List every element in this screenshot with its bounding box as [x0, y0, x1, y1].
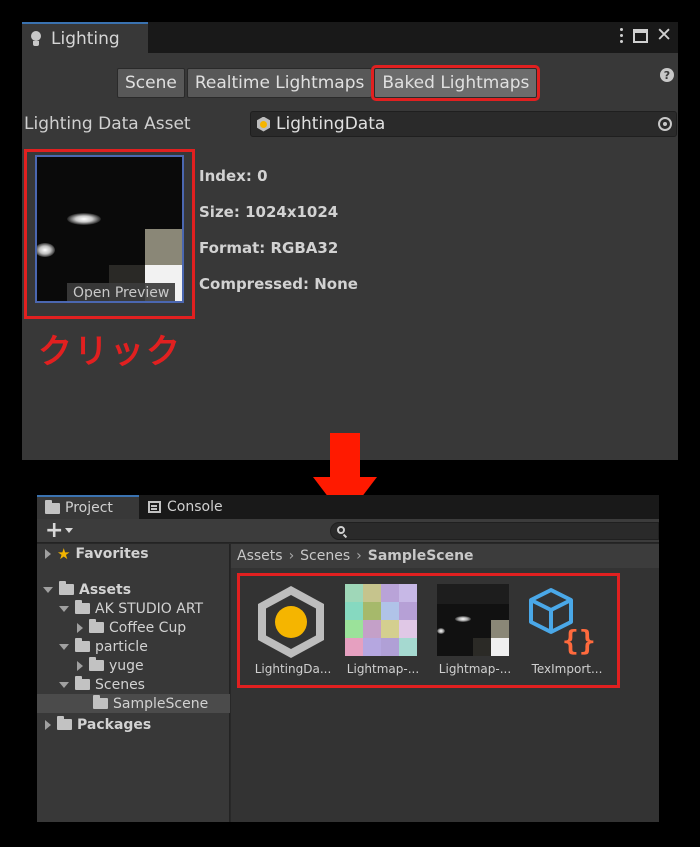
- asset-browser: Assets › Scenes › SampleScene LightingDa…: [231, 544, 659, 822]
- tree-item-samplescene[interactable]: SampleScene: [37, 694, 230, 713]
- expand-arrow-icon[interactable]: [77, 622, 83, 633]
- tree-item-label: Coffee Cup: [109, 619, 187, 636]
- tree-item-packages[interactable]: Packages: [37, 715, 230, 734]
- lighting-titlebar: Lighting ✕: [22, 22, 678, 53]
- chevron-right-icon: ›: [356, 548, 362, 564]
- highlight-box-assets: LightingDa... Lightmap-... Lightmap-... …: [237, 573, 620, 688]
- chevron-right-icon: ›: [288, 548, 295, 564]
- breadcrumb-item-current[interactable]: SampleScene: [368, 548, 474, 564]
- tree-item-coffee-cup[interactable]: Coffee Cup: [37, 618, 230, 637]
- collapse-arrow-icon[interactable]: [59, 681, 69, 688]
- lightmap-glow: [37, 243, 55, 257]
- asset-label: Lightmap-...: [346, 662, 420, 676]
- folder-open-icon: [75, 600, 90, 614]
- maximize-icon[interactable]: [633, 28, 649, 43]
- lightmap-dir-thumb: [345, 584, 417, 656]
- lightmap-block: [145, 229, 182, 265]
- tree-item-label: Assets: [79, 581, 132, 598]
- asset-label: TexImport...: [531, 662, 603, 676]
- tab-project[interactable]: Project: [37, 495, 139, 519]
- tree-item-favorites[interactable]: ★ Favorites: [37, 544, 230, 563]
- tab-realtime-lightmaps[interactable]: Realtime Lightmaps: [186, 68, 373, 98]
- lightbulb-icon: [30, 30, 42, 47]
- tree-item-assets[interactable]: Assets: [37, 580, 230, 599]
- lighting-data-icon: [257, 117, 270, 132]
- arrow-shaft: [330, 433, 360, 479]
- info-index: Index: 0: [199, 167, 268, 185]
- tree-item-label: Packages: [77, 716, 152, 733]
- lightmap-light-thumb: [437, 584, 509, 656]
- collapse-arrow-icon[interactable]: [59, 605, 69, 612]
- chevron-down-icon[interactable]: [65, 528, 73, 533]
- project-window: Project Console + ★ Favorites Assets AK …: [37, 495, 659, 822]
- tab-console-label: Console: [167, 499, 223, 515]
- open-preview-button[interactable]: Open Preview: [67, 283, 176, 301]
- tab-project-label: Project: [65, 500, 113, 516]
- breadcrumb-item[interactable]: Assets: [237, 548, 283, 564]
- search-input[interactable]: [330, 522, 659, 540]
- console-icon: [148, 501, 161, 513]
- tab-lighting[interactable]: Lighting: [22, 22, 148, 53]
- tree-item-ak-studio-art[interactable]: AK STUDIO ART: [37, 599, 230, 618]
- tree-item-scenes[interactable]: Scenes: [37, 675, 230, 694]
- tree-item-label: Scenes: [95, 676, 145, 693]
- tree-item-label: AK STUDIO ART: [95, 600, 204, 617]
- breadcrumb: Assets › Scenes › SampleScene: [231, 544, 659, 568]
- lightmap-preview[interactable]: Open Preview: [35, 155, 184, 303]
- more-options-icon[interactable]: [617, 28, 625, 43]
- folder-icon: [89, 619, 104, 633]
- tab-lighting-label: Lighting: [51, 28, 120, 49]
- asset-label: LightingDa...: [254, 662, 332, 676]
- lightmap-glow: [67, 213, 101, 225]
- tree-item-yuge[interactable]: yuge: [37, 656, 230, 675]
- svg-text:{}: {}: [562, 624, 596, 656]
- lighting-mode-tabs: Scene Realtime Lightmaps Baked Lightmaps: [117, 65, 541, 101]
- tree-item-particle[interactable]: particle: [37, 637, 230, 656]
- project-tabbar: Project Console: [37, 495, 659, 519]
- info-size: Size: 1024x1024: [199, 203, 339, 221]
- asset-label: Lightmap-...: [438, 662, 512, 676]
- tree-item-label: yuge: [109, 657, 144, 674]
- lighting-data-asset-label: Lighting Data Asset: [24, 114, 191, 134]
- expand-arrow-icon[interactable]: [77, 660, 83, 671]
- folder-icon: [89, 657, 104, 671]
- folder-open-icon: [59, 581, 74, 595]
- tree-item-label: Favorites: [75, 545, 149, 562]
- click-annotation: クリック: [38, 332, 182, 372]
- tab-console[interactable]: Console: [140, 495, 250, 519]
- tree-item-label: SampleScene: [113, 695, 209, 712]
- folder-open-icon: [75, 638, 90, 652]
- lighting-data-asset-field[interactable]: LightingData: [250, 111, 677, 137]
- tab-baked-lightmaps[interactable]: Baked Lightmaps: [371, 65, 541, 101]
- project-toolbar: +: [37, 518, 659, 543]
- collapse-arrow-icon[interactable]: [59, 643, 69, 650]
- object-picker-icon[interactable]: [658, 117, 672, 131]
- expand-arrow-icon[interactable]: [45, 548, 51, 559]
- search-icon: [337, 526, 345, 534]
- close-icon[interactable]: ✕: [656, 26, 672, 45]
- highlight-box-preview: Open Preview: [24, 149, 195, 319]
- lighting-data-asset-value: LightingData: [276, 114, 386, 134]
- breadcrumb-item[interactable]: Scenes: [300, 548, 350, 564]
- folder-icon: [45, 499, 60, 514]
- tex-import-icon: {}: [529, 584, 601, 657]
- help-icon[interactable]: ?: [660, 68, 674, 82]
- tab-scene[interactable]: Scene: [117, 68, 185, 98]
- lighting-data-icon: [258, 586, 330, 658]
- info-format: Format: RGBA32: [199, 239, 339, 257]
- lighting-window: Lighting ✕ Scene Realtime Lightmaps Bake…: [22, 22, 678, 460]
- collapse-arrow-icon[interactable]: [43, 586, 53, 593]
- folder-icon: [57, 716, 72, 730]
- info-compressed: Compressed: None: [199, 275, 358, 293]
- folder-open-icon: [75, 676, 90, 690]
- folder-icon: [93, 695, 108, 709]
- add-button[interactable]: +: [45, 518, 63, 543]
- expand-arrow-icon[interactable]: [45, 719, 51, 730]
- tree-item-label: particle: [95, 638, 148, 655]
- folder-tree: ★ Favorites Assets AK STUDIO ART Coffee …: [37, 544, 230, 822]
- star-icon: ★: [57, 544, 71, 563]
- window-controls: ✕: [617, 26, 672, 45]
